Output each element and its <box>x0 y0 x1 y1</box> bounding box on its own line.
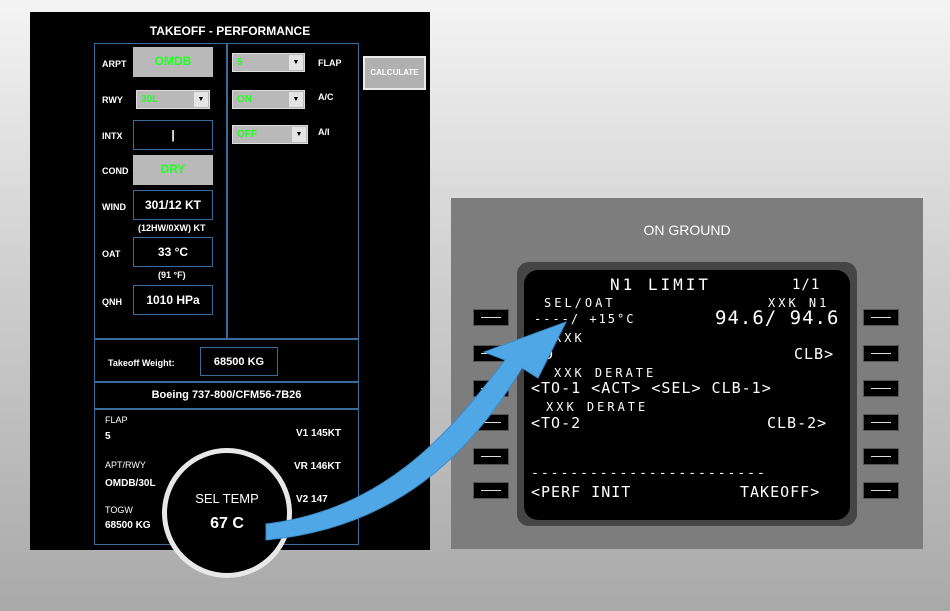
pointer-arrow-icon <box>265 321 568 541</box>
